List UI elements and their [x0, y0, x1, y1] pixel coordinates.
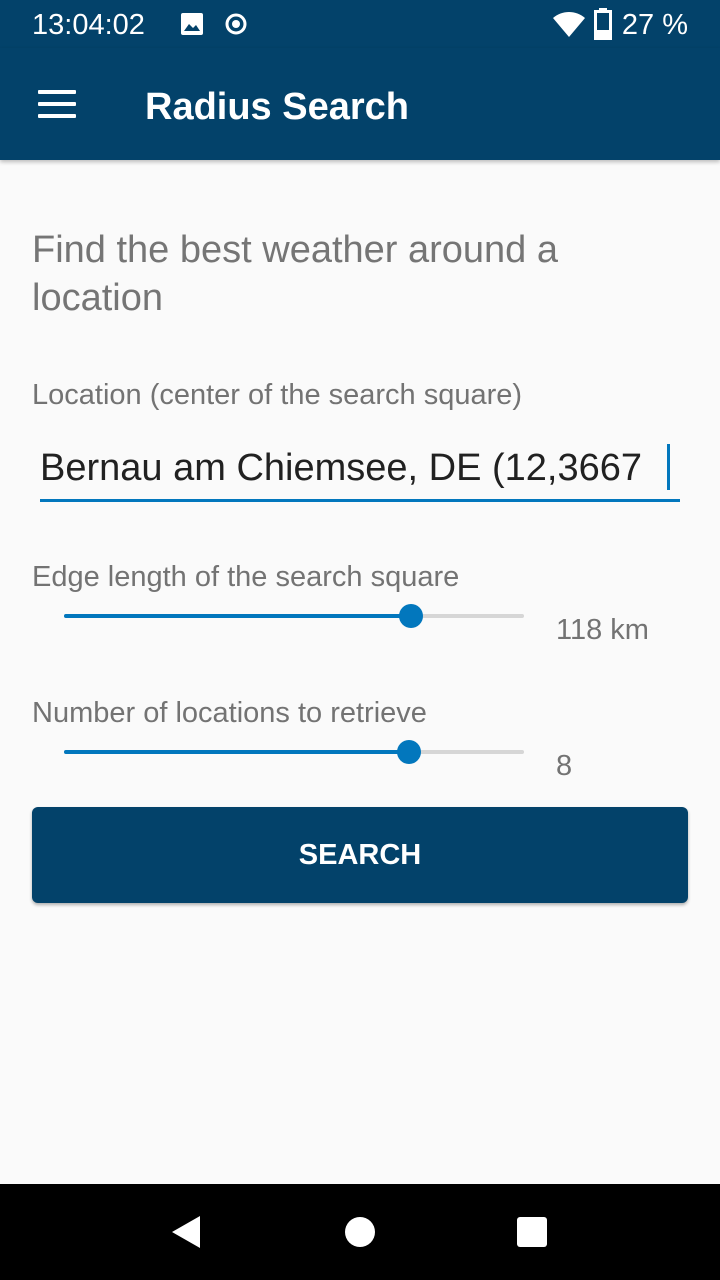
- slider-fill: [64, 750, 409, 754]
- location-input[interactable]: [40, 440, 680, 496]
- app-bar: Radius Search: [0, 48, 720, 160]
- wifi-icon: [553, 12, 585, 37]
- slider-thumb[interactable]: [397, 740, 421, 764]
- record-icon: [225, 13, 247, 35]
- slider-thumb[interactable]: [398, 604, 423, 628]
- navigation-bar: [0, 1184, 720, 1280]
- back-icon[interactable]: [138, 1184, 234, 1280]
- main-content: Find the best weather around a location …: [0, 160, 720, 1184]
- location-count-slider[interactable]: [64, 732, 524, 772]
- location-count-label: Number of locations to retrieve: [32, 697, 427, 729]
- location-count-value: 8: [556, 750, 573, 782]
- battery-percent: 27 %: [621, 9, 688, 41]
- heading: Find the best weather around a location: [32, 229, 559, 319]
- page-title: Radius Search: [145, 86, 409, 128]
- edge-length-value: 118 km: [556, 614, 649, 646]
- location-label: Location (center of the search square): [32, 379, 523, 411]
- edge-length-label: Edge length of the search square: [32, 561, 460, 593]
- image-icon: [181, 13, 203, 35]
- hamburger-menu-icon[interactable]: [24, 80, 88, 128]
- edge-length-slider[interactable]: [64, 596, 524, 636]
- location-field[interactable]: [40, 440, 680, 502]
- status-bar: 13:04:02 27 %: [0, 0, 720, 48]
- text-caret: [667, 444, 670, 490]
- battery-icon: [594, 8, 612, 40]
- slider-fill: [64, 614, 411, 618]
- home-icon[interactable]: [312, 1184, 408, 1280]
- search-button[interactable]: SEARCH: [32, 807, 688, 903]
- status-time: 13:04:02: [32, 9, 145, 41]
- recents-icon[interactable]: [484, 1184, 580, 1280]
